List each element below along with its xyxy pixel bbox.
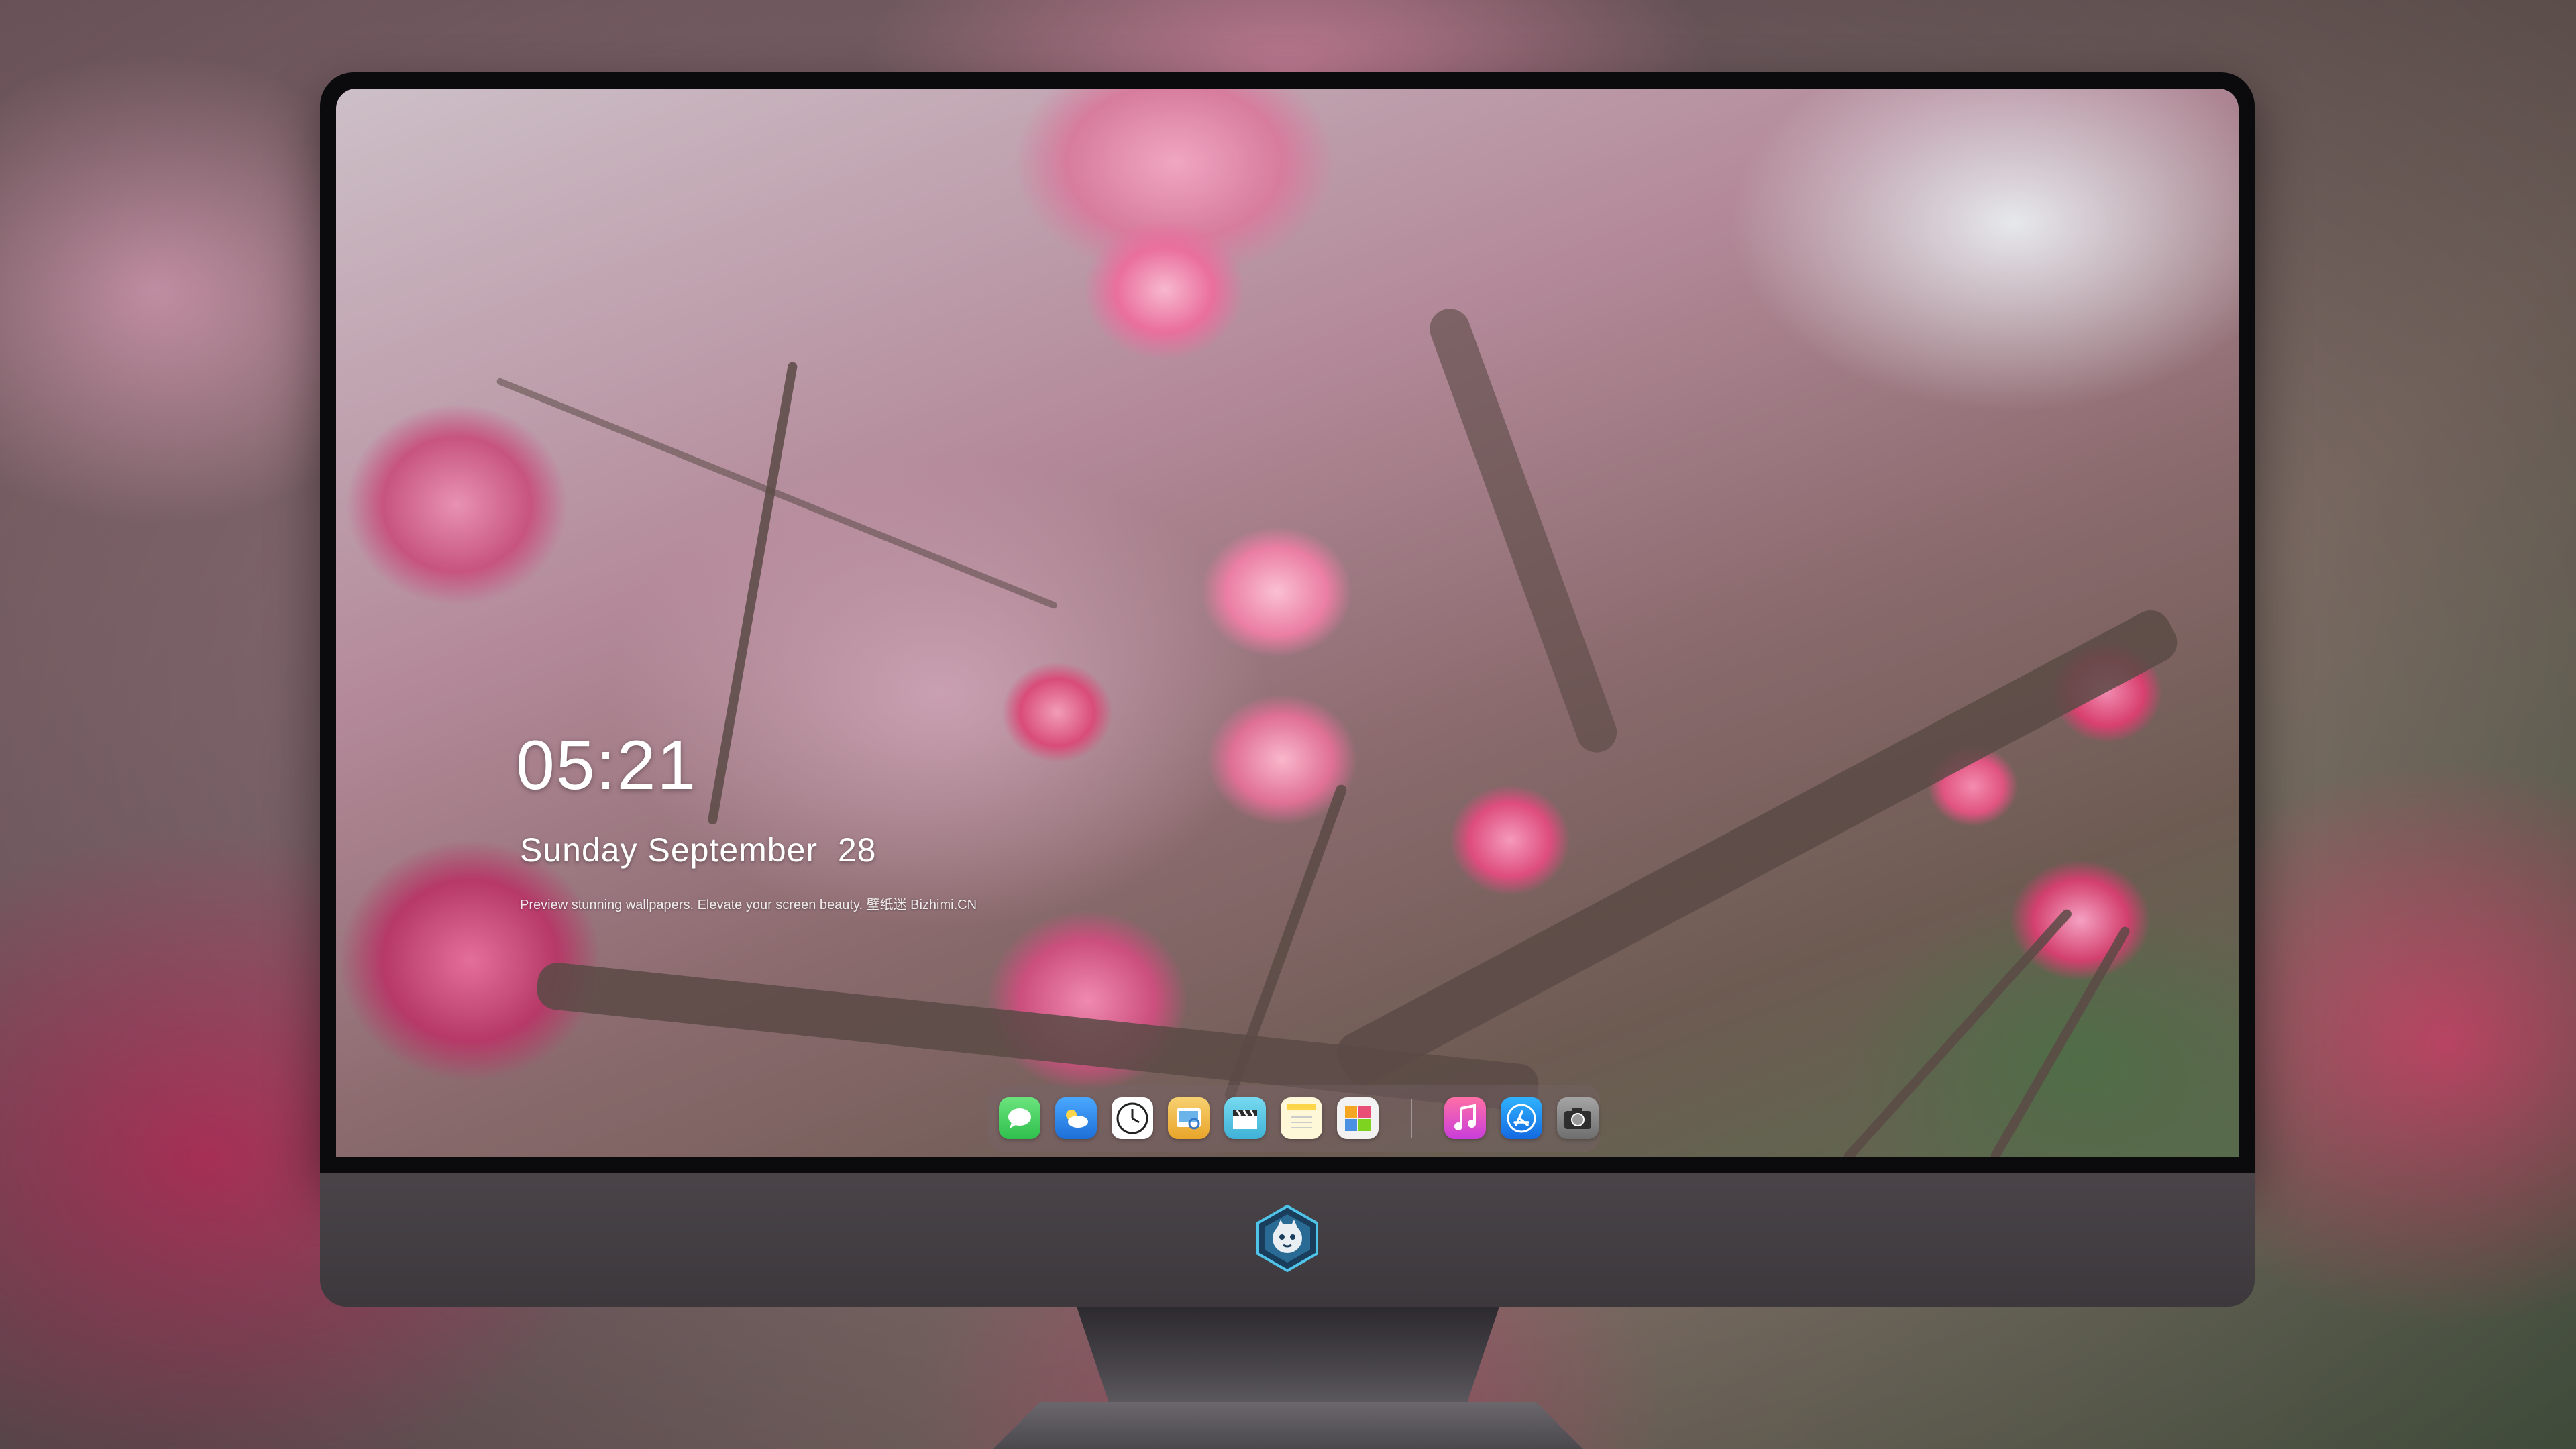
- wallpaper-branch: [1988, 925, 2132, 1157]
- weather-icon[interactable]: [1055, 1097, 1097, 1139]
- dock-separator: [1411, 1099, 1412, 1138]
- camera-icon[interactable]: [1557, 1097, 1599, 1139]
- notes-icon[interactable]: [1281, 1097, 1322, 1139]
- lock-tagline: Preview stunning wallpapers. Elevate you…: [520, 898, 977, 912]
- lock-time: 05:21: [516, 727, 698, 804]
- wallpaper-branch: [1424, 303, 1623, 759]
- monitor-stand-base: [993, 1402, 1583, 1449]
- clock-icon[interactable]: [1112, 1097, 1153, 1139]
- wallpaper-branch: [1330, 603, 2184, 1092]
- music-icon[interactable]: [1444, 1097, 1486, 1139]
- app-store-icon[interactable]: [1501, 1097, 1542, 1139]
- lock-screen[interactable]: 05:21 Sunday September 28 Preview stunni…: [336, 89, 2239, 1157]
- clapper-icon[interactable]: [1224, 1097, 1266, 1139]
- preview-icon[interactable]: [1168, 1097, 1210, 1139]
- messages-icon[interactable]: [999, 1097, 1040, 1139]
- wallpaper-branch: [707, 361, 798, 826]
- lock-date: Sunday September 28: [520, 831, 877, 869]
- monitor-stand: [1077, 1307, 1499, 1407]
- dock: [988, 1085, 1600, 1152]
- wallpaper-branch: [1841, 907, 2074, 1157]
- bizhimi-logo-icon: [1254, 1204, 1321, 1273]
- wallpaper-branch: [496, 377, 1059, 610]
- monitor-bezel: 05:21 Sunday September 28 Preview stunni…: [320, 72, 2255, 1173]
- photos-icon[interactable]: [1337, 1097, 1379, 1139]
- monitor: 05:21 Sunday September 28 Preview stunni…: [320, 72, 2255, 1407]
